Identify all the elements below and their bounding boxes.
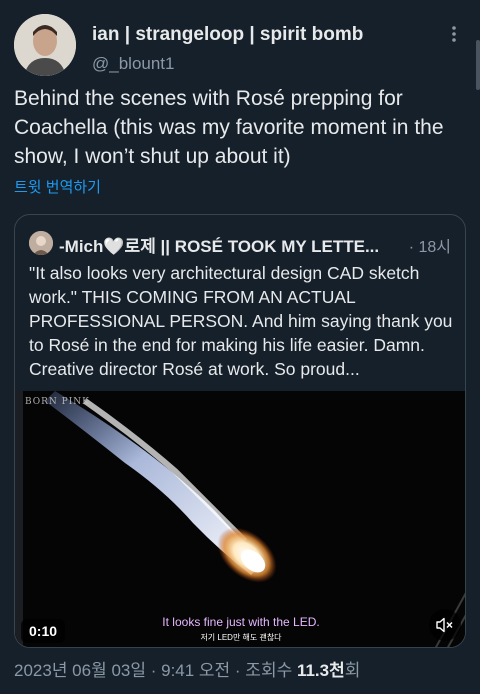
more-vertical-icon xyxy=(452,26,456,42)
video-player[interactable]: BORN PINK It looks fine just with the LE… xyxy=(15,391,465,647)
tweet-text: Behind the scenes with Rosé prepping for… xyxy=(14,87,444,168)
mute-button[interactable] xyxy=(429,609,461,641)
tweet-metadata: 2023년 06월 03일 · 9:41 오전 · 조회수 11.3천회 xyxy=(14,656,360,681)
author-handle[interactable]: @_blount1 xyxy=(92,54,175,74)
tweet-datetime[interactable]: 2023년 06월 03일 · 9:41 오전 · 조회수 xyxy=(14,661,297,680)
video-duration-badge: 0:10 xyxy=(21,619,66,643)
video-watermark: BORN PINK xyxy=(25,397,90,407)
video-frame xyxy=(15,391,465,647)
author-avatar[interactable] xyxy=(14,14,76,76)
quoted-author-name[interactable]: -Mich🤍로제 || ROSÉ TOOK MY LETTE... xyxy=(59,232,399,257)
quoted-tweet[interactable]: -Mich🤍로제 || ROSÉ TOOK MY LETTE... · 18시 … xyxy=(14,214,466,648)
speaker-muted-icon xyxy=(436,617,453,633)
tweet-header: ian | strangeloop | spirit bomb @_blount… xyxy=(14,14,466,78)
more-options-button[interactable] xyxy=(442,22,466,46)
quoted-tweet-time: · 18시 xyxy=(408,239,451,256)
video-subtitle-english: It looks fine just with the LED. xyxy=(162,615,320,629)
view-count-suffix: 회 xyxy=(344,661,361,680)
scrollbar[interactable] xyxy=(476,40,480,90)
translate-tweet-link[interactable]: 트윗 번역하기 xyxy=(14,176,101,197)
video-subtitle-korean: 저기 LED만 해도 괜찮다 xyxy=(200,633,282,642)
quoted-author-avatar[interactable] xyxy=(29,231,53,255)
quoted-tweet-text: "It also looks very architectural design… xyxy=(29,263,453,379)
view-count: 11.3천 xyxy=(296,661,345,680)
author-name[interactable]: ian | strangeloop | spirit bomb xyxy=(92,24,363,46)
